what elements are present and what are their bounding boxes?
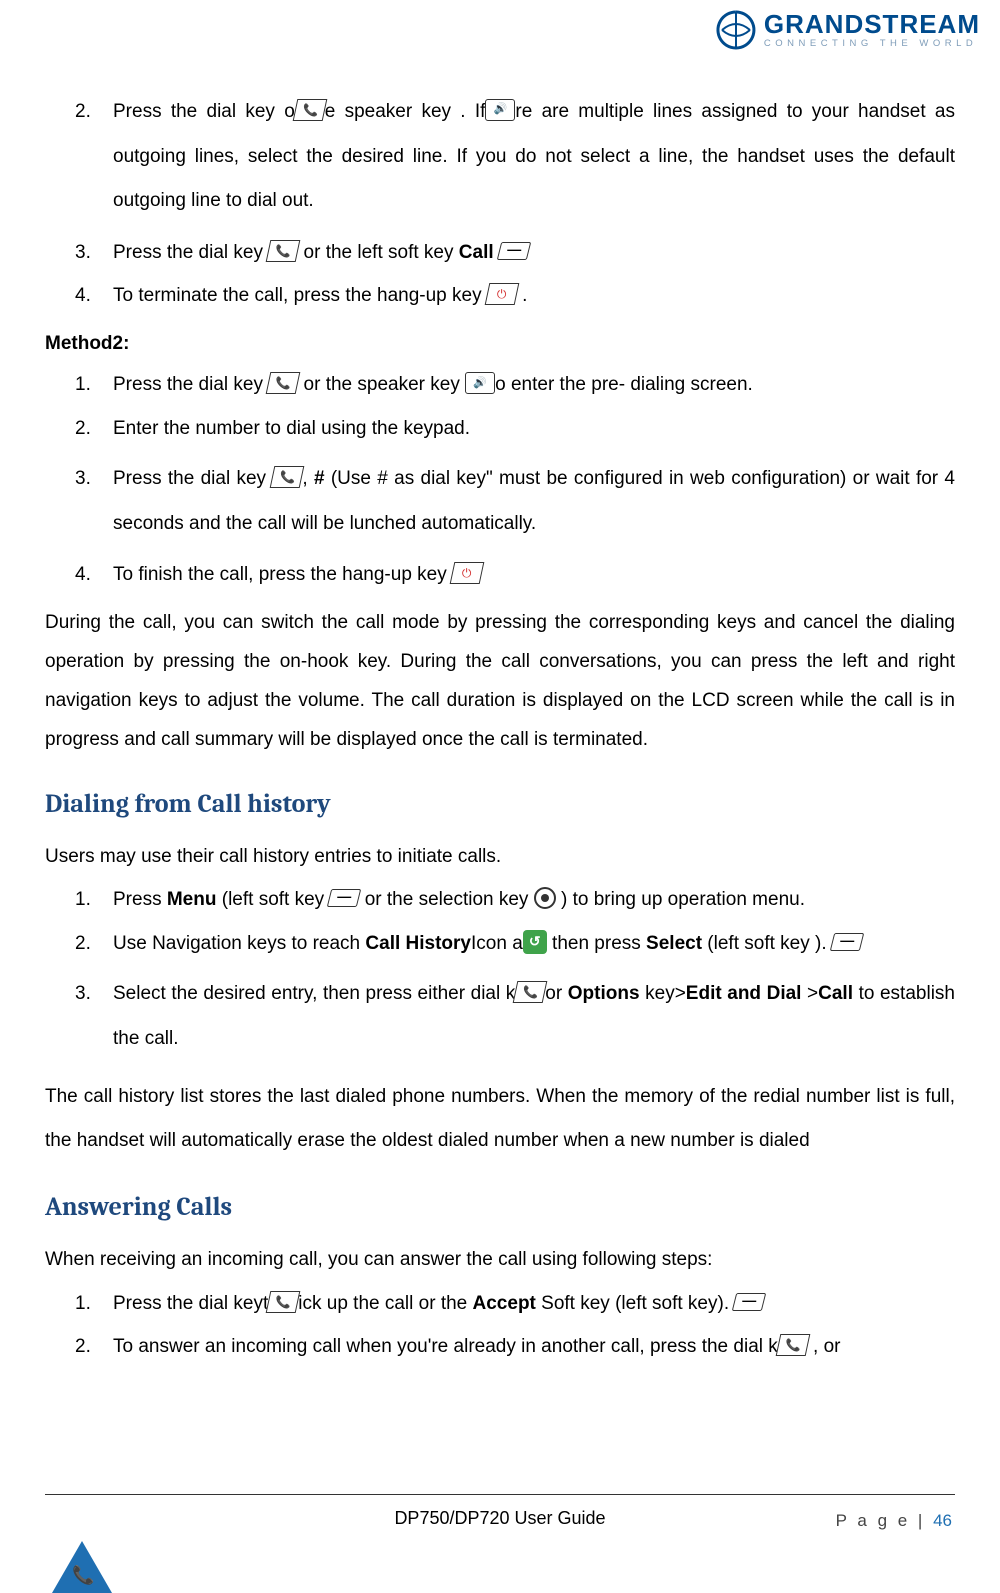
list-item: 2. Use Navigation keys to reach Call His… [113,929,955,958]
dial-key-icon [513,981,548,1003]
dial-key-icon [292,99,327,121]
speaker-key-icon [485,99,515,121]
logo-brand-text: GRANDSTREAM [764,11,980,37]
page-number: P a g e | 46 [836,1511,952,1531]
body-paragraph: When receiving an incoming call, you can… [45,1245,955,1274]
section-heading-dial-history: Dialing from Call history [45,784,955,824]
list-item: 4. To finish the call, press the hang-up… [113,560,955,589]
method2-heading: Method2: [45,329,955,358]
hangup-key-icon [450,562,485,584]
dial-key-icon [266,372,301,394]
softkey-icon [497,242,531,260]
list-item: 4. To terminate the call, press the hang… [113,281,955,310]
softkey-icon [732,1293,766,1311]
dial-key-icon [266,1291,301,1313]
brand-logo: GRANDSTREAM CONNECTING THE WORLD [716,10,980,50]
list-item: 1. Press the dial keytick up the call or… [113,1289,955,1318]
list-item: 2. To answer an incoming call when you'r… [113,1332,955,1361]
list-item: 3. Press the dial key , # (Use # as dial… [113,457,955,546]
list-item: 1. Press the dial key or the speaker key… [113,370,955,399]
footer-divider [45,1494,955,1495]
corner-badge-icon [52,1541,112,1593]
dial-key-icon [775,1334,810,1356]
section-heading-answering: Answering Calls [45,1187,955,1227]
method2-list: 1. Press the dial key or the speaker key… [45,370,955,590]
body-paragraph: During the call, you can switch the call… [45,604,955,760]
body-paragraph: Users may use their call history entries… [45,842,955,871]
speaker-key-icon [465,372,495,394]
dial-history-list: 1. Press Menu (left soft key or the sele… [45,885,955,1061]
softkey-icon [830,933,864,951]
list-item: 1. Press Menu (left soft key or the sele… [113,885,955,914]
body-paragraph: The call history list stores the last di… [45,1075,955,1162]
list-item: 3. Press the dial key or the left soft k… [113,238,955,267]
list-item: 2. Enter the number to dial using the ke… [113,414,955,443]
list-item: 3. Select the desired entry, then press … [113,972,955,1061]
answering-list: 1. Press the dial keytick up the call or… [45,1289,955,1362]
softkey-icon [327,889,361,907]
logo-tagline: CONNECTING THE WORLD [764,39,980,49]
dial-key-icon [270,466,305,488]
method1-list: 2. Press the dial key oe speaker key . I… [45,90,955,311]
dial-key-icon [266,240,301,262]
call-history-icon [523,930,547,954]
selection-key-icon [534,887,556,909]
list-item: 2. Press the dial key oe speaker key . I… [113,90,955,224]
hangup-key-icon [485,283,520,305]
